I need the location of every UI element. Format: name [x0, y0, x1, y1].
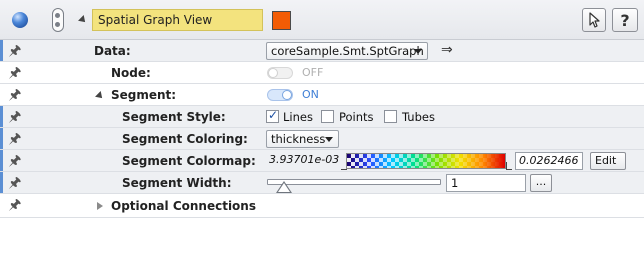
row-segment-width: 🖈︎ Segment Width: 1 ...	[0, 172, 644, 194]
pointer-icon	[589, 12, 600, 28]
node-label: Node:	[111, 66, 151, 80]
lines-checkbox[interactable]	[266, 108, 279, 123]
help-button[interactable]: ?	[612, 8, 638, 32]
node-toggle-state: OFF	[302, 66, 324, 79]
segment-coloring-label: Segment Coloring:	[122, 132, 248, 146]
tubes-checkbox-label: Tubes	[402, 110, 435, 124]
colormap-edit-button[interactable]: Edit	[590, 152, 626, 176]
pin-icon[interactable]: 🖈︎	[8, 130, 22, 148]
segment-coloring-dropdown[interactable]: thickness	[266, 130, 339, 148]
pin-icon[interactable]: 🖈︎	[8, 174, 22, 192]
data-dropdown[interactable]: coreSample.Smt.SptGraph	[266, 42, 428, 60]
colormap-min-field[interactable]: 3.93701e-03	[266, 152, 342, 170]
segment-width-more-button[interactable]: ...	[530, 174, 552, 192]
pin-icon[interactable]: 🖈︎	[8, 152, 22, 170]
visibility-toggle-icon[interactable]	[52, 8, 64, 32]
pin-icon[interactable]: 🖈︎	[8, 108, 22, 126]
row-optional-connections: 🖈︎ Optional Connections	[0, 194, 644, 218]
module-header: Spatial Graph View ?	[0, 0, 644, 40]
pin-icon[interactable]: 🖈︎	[8, 64, 22, 82]
optional-connections-label[interactable]: Optional Connections	[111, 199, 256, 213]
data-label: Data:	[94, 44, 131, 58]
properties-panel: Spatial Graph View ? 🖈︎ Data: coreSample…	[0, 0, 644, 260]
segment-coloring-value: thickness	[271, 132, 326, 146]
colormap-bar[interactable]	[346, 153, 506, 169]
row-node: 🖈︎ Node: OFF	[0, 62, 644, 84]
node-toggle-switch[interactable]	[267, 67, 293, 79]
lines-checkbox-label: Lines	[283, 110, 313, 124]
pin-icon[interactable]: 🖈︎	[8, 42, 22, 60]
edit-button-label: Edit	[595, 154, 617, 167]
points-checkbox[interactable]	[321, 110, 334, 123]
chevron-down-icon	[325, 137, 333, 142]
pointer-button[interactable]	[582, 8, 606, 32]
module-color-swatch[interactable]	[272, 11, 291, 30]
expand-triangle-right-icon[interactable]	[97, 202, 103, 210]
expand-triangle-icon[interactable]	[95, 91, 105, 101]
segment-style-label: Segment Style:	[122, 110, 226, 124]
row-segment: 🖈︎ Segment: ON	[0, 84, 644, 106]
tubes-checkbox[interactable]	[384, 110, 397, 123]
chevron-down-icon	[414, 49, 422, 54]
module-title[interactable]: Spatial Graph View	[92, 9, 263, 31]
segment-label: Segment:	[111, 88, 177, 102]
collapse-triangle-icon[interactable]	[78, 15, 88, 25]
colormap-max-handle-icon[interactable]	[506, 162, 512, 170]
row-data: 🖈︎ Data: coreSample.Smt.SptGraph ⇒	[0, 40, 644, 62]
goto-arrow-icon[interactable]: ⇒	[441, 42, 453, 58]
row-segment-coloring: 🖈︎ Segment Coloring: thickness	[0, 128, 644, 150]
pin-icon[interactable]: 🖈︎	[8, 196, 22, 214]
segment-toggle-switch[interactable]	[267, 89, 293, 101]
segment-colormap-label: Segment Colormap:	[122, 154, 256, 168]
segment-width-slider[interactable]	[267, 179, 441, 185]
segment-width-input[interactable]: 1	[446, 174, 526, 192]
module-sphere-icon[interactable]	[12, 12, 28, 28]
row-segment-style: 🖈︎ Segment Style: Lines Points Tubes	[0, 106, 644, 128]
segment-toggle-state: ON	[302, 88, 319, 101]
points-checkbox-label: Points	[339, 110, 374, 124]
segment-width-label: Segment Width:	[122, 176, 232, 190]
row-segment-colormap: 🖈︎ Segment Colormap: 3.93701e-03 0.02624…	[0, 150, 644, 176]
pin-icon[interactable]: 🖈︎	[8, 86, 22, 104]
data-dropdown-value: coreSample.Smt.SptGraph	[271, 44, 424, 58]
colormap-max-field[interactable]: 0.0262466	[515, 152, 583, 170]
